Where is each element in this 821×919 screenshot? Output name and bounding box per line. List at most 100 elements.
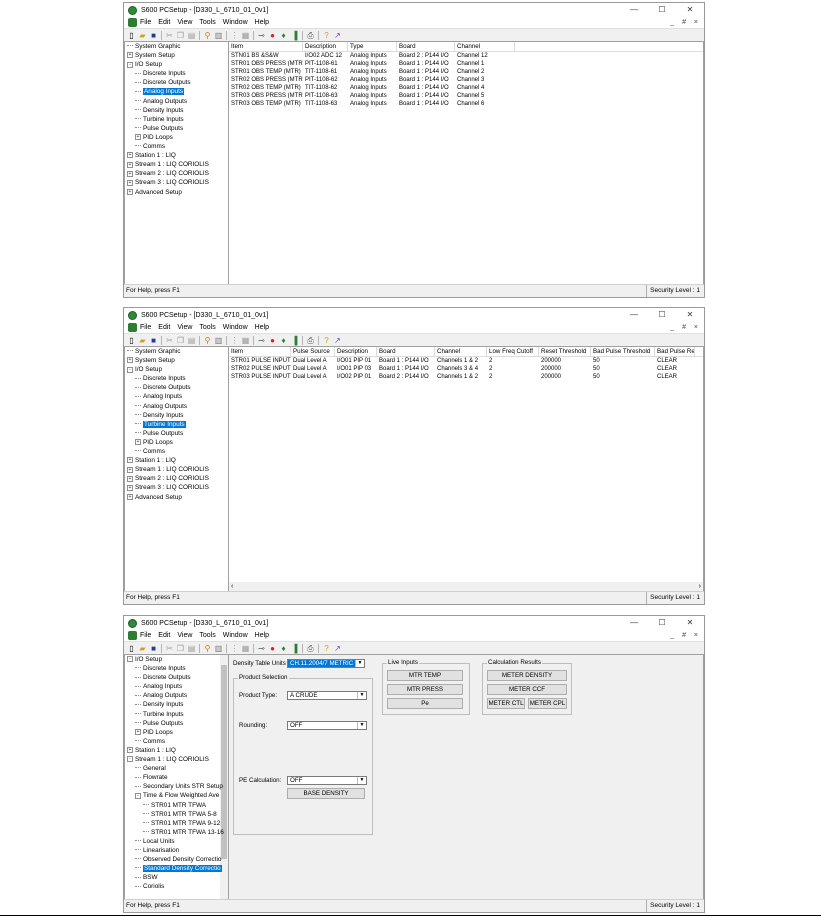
table-row[interactable]: STR01 OBS TEMP (MTR) TIT-1108-61 Analog In… bbox=[229, 68, 703, 76]
stop-icon[interactable]: ● bbox=[268, 336, 277, 345]
tree-item[interactable]: BSW bbox=[125, 873, 228, 882]
tree-item[interactable]: Pulse Outputs bbox=[125, 124, 228, 133]
tree-item[interactable]: - Stream 1 : LIQ CORIOLIS bbox=[125, 755, 228, 764]
mtr-press-button[interactable]: MTR PRESS bbox=[387, 684, 463, 695]
expand-icon[interactable]: + bbox=[127, 357, 133, 364]
tree-item[interactable]: + Station 1 : LIQ bbox=[125, 456, 228, 465]
open-icon[interactable]: ▰ bbox=[138, 336, 147, 345]
menu-view[interactable]: View bbox=[177, 632, 192, 639]
chart-icon[interactable]: ▐ bbox=[290, 644, 299, 653]
expand-icon[interactable]: + bbox=[127, 747, 133, 754]
tree-item[interactable]: Discrete Inputs bbox=[125, 664, 228, 673]
open-icon[interactable]: ▰ bbox=[138, 31, 147, 40]
rounding-select[interactable]: OFF ▼ bbox=[287, 721, 367, 730]
tree-item[interactable]: Analog Outputs bbox=[125, 97, 228, 106]
tree-icon[interactable]: ⋮ bbox=[230, 31, 239, 40]
expand-icon[interactable]: + bbox=[127, 170, 133, 177]
expand-icon[interactable]: + bbox=[127, 161, 133, 168]
tree-item[interactable]: + System Setup bbox=[125, 51, 228, 60]
column-header[interactable]: Item bbox=[229, 347, 291, 356]
mdi-controls[interactable]: _ # × bbox=[670, 322, 701, 333]
expand-icon[interactable]: + bbox=[127, 493, 133, 500]
copy-icon[interactable]: ❐ bbox=[176, 644, 185, 653]
column-header[interactable]: Bad Pulse Rese bbox=[655, 347, 695, 356]
run-icon[interactable]: ♦ bbox=[279, 336, 288, 345]
open-icon[interactable]: ▰ bbox=[138, 644, 147, 653]
grid-icon[interactable]: ▦ bbox=[241, 31, 250, 40]
tree-item[interactable]: STR01 MTR TFWA bbox=[125, 801, 228, 810]
cut-icon[interactable]: ✂ bbox=[165, 31, 174, 40]
pe-calculation-select[interactable]: OFF ▼ bbox=[287, 776, 367, 785]
mdi-controls[interactable]: _ # × bbox=[670, 17, 701, 28]
menu-view[interactable]: View bbox=[177, 324, 192, 331]
scroll-left-arrow[interactable]: ‹ bbox=[231, 582, 233, 591]
tree-item[interactable]: Analog Outputs bbox=[125, 691, 228, 700]
tree-item[interactable]: + Advanced Setup bbox=[125, 188, 228, 197]
menu-window[interactable]: Window bbox=[223, 19, 248, 26]
tree-item[interactable]: Discrete Outputs bbox=[125, 673, 228, 682]
tree-item[interactable]: Coriolis bbox=[125, 882, 228, 891]
tree-item[interactable]: Linearisation bbox=[125, 846, 228, 855]
mdi-controls[interactable]: _ # × bbox=[670, 630, 701, 641]
stop-icon[interactable]: ● bbox=[268, 31, 277, 40]
tree-item[interactable]: Secondary Units STR Setup bbox=[125, 782, 228, 791]
meter-ccf-button[interactable]: METER CCF bbox=[487, 684, 567, 695]
tree-icon[interactable]: ⋮ bbox=[230, 336, 239, 345]
scroll-right-arrow[interactable]: › bbox=[699, 582, 701, 591]
expand-icon[interactable]: + bbox=[135, 134, 141, 141]
column-header[interactable]: Channel bbox=[435, 347, 487, 356]
expand-icon[interactable]: + bbox=[127, 52, 133, 59]
print-icon[interactable]: ⎙ bbox=[306, 336, 315, 345]
tree-item[interactable]: Pulse Outputs bbox=[125, 429, 228, 438]
tree-item[interactable]: + Station 1 : LIQ bbox=[125, 746, 228, 755]
collapse-icon[interactable]: - bbox=[127, 656, 133, 663]
pe-button[interactable]: Pe bbox=[387, 698, 463, 709]
expand-icon[interactable]: + bbox=[135, 729, 141, 736]
menu-help[interactable]: Help bbox=[255, 632, 269, 639]
grid-icon[interactable]: ▦ bbox=[241, 336, 250, 345]
menu-file[interactable]: File bbox=[140, 19, 151, 26]
expand-icon[interactable]: + bbox=[127, 475, 133, 482]
tree-item[interactable]: + PID Loops bbox=[125, 133, 228, 142]
meter-cpl-button[interactable]: METER CPL bbox=[528, 698, 567, 709]
expand-icon[interactable]: + bbox=[127, 457, 133, 464]
expand-icon[interactable]: + bbox=[127, 484, 133, 491]
tree-item[interactable]: - I/O Setup bbox=[125, 365, 228, 374]
tree-item[interactable]: Comms bbox=[125, 142, 228, 151]
menu-view[interactable]: View bbox=[177, 19, 192, 26]
tree-icon[interactable]: ⋮ bbox=[230, 644, 239, 653]
menu-window[interactable]: Window bbox=[223, 324, 248, 331]
cut-icon[interactable]: ✂ bbox=[165, 336, 174, 345]
column-header[interactable]: Low Freq Cutoff bbox=[487, 347, 539, 356]
column-header[interactable]: Description bbox=[303, 42, 348, 51]
tree-item[interactable]: + Stream 3 : LIQ CORIOLIS bbox=[125, 483, 228, 492]
table-row[interactable]: STN01 BS &S&W I/O02 ADC 12 Analog Inputs Bo… bbox=[229, 52, 703, 60]
tree-item[interactable]: General bbox=[125, 764, 228, 773]
cut-icon[interactable]: ✂ bbox=[165, 644, 174, 653]
table-row[interactable]: STR03 OBS PRESS (MTR) PIT-1108-63 Analog I… bbox=[229, 92, 703, 100]
tree-item[interactable]: Pulse Outputs bbox=[125, 719, 228, 728]
expand-icon[interactable]: + bbox=[127, 179, 133, 186]
stop-icon[interactable]: ● bbox=[268, 644, 277, 653]
transfer-icon[interactable]: ▥ bbox=[214, 644, 223, 653]
tree-item[interactable]: + Stream 2 : LIQ CORIOLIS bbox=[125, 169, 228, 178]
help-icon[interactable]: ? bbox=[322, 31, 331, 40]
tree-item[interactable]: Discrete Inputs bbox=[125, 69, 228, 78]
menu-tools[interactable]: Tools bbox=[199, 324, 215, 331]
menu-edit[interactable]: Edit bbox=[158, 19, 170, 26]
minimize-button[interactable]: — bbox=[620, 616, 648, 630]
collapse-icon[interactable]: - bbox=[127, 756, 133, 763]
tree-item[interactable]: Turbine Inputs bbox=[125, 115, 228, 124]
column-header[interactable]: Pulse Source bbox=[291, 347, 335, 356]
menu-help[interactable]: Help bbox=[255, 324, 269, 331]
tree-item[interactable]: Discrete Outputs bbox=[125, 383, 228, 392]
column-header[interactable]: Item bbox=[229, 42, 303, 51]
link-icon[interactable]: ⊸ bbox=[257, 644, 266, 653]
tree-item[interactable]: STR01 MTR TFWA 13-16 bbox=[125, 828, 228, 837]
tree-item[interactable]: Analog Inputs bbox=[125, 392, 228, 401]
maximize-button[interactable]: ☐ bbox=[648, 308, 676, 322]
table-row[interactable]: STR03 PULSE INPUT Dual Level A I/O02 PIP 0… bbox=[229, 373, 703, 381]
mtr-temp-button[interactable]: MTR TEMP bbox=[387, 670, 463, 681]
tree-item[interactable]: Turbine Inputs bbox=[125, 710, 228, 719]
table-row[interactable]: STR02 PULSE INPUT Dual Level A I/O01 PIP 0… bbox=[229, 365, 703, 373]
